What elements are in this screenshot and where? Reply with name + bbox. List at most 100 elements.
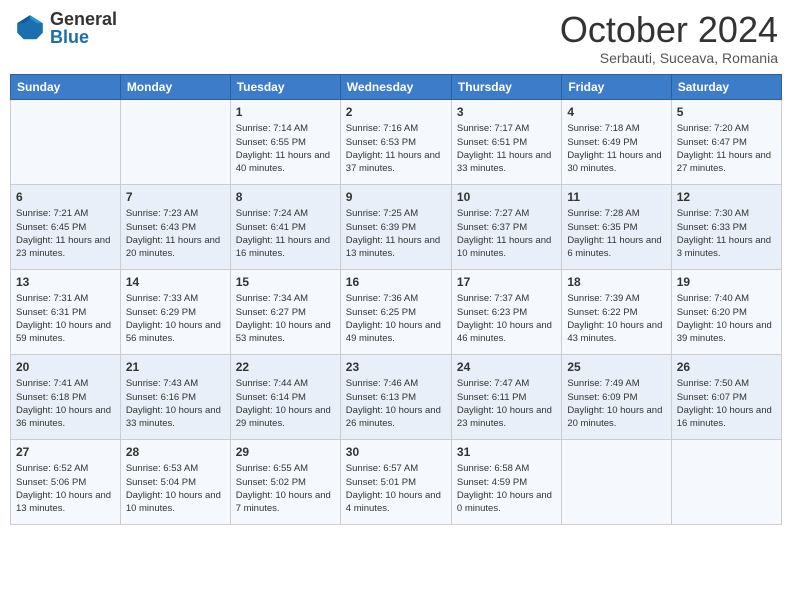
calendar-table: SundayMondayTuesdayWednesdayThursdayFrid… bbox=[10, 74, 782, 525]
day-info: Sunrise: 7:30 AM bbox=[677, 207, 776, 220]
day-number: 22 bbox=[236, 359, 335, 376]
logo-general: General bbox=[50, 10, 117, 28]
day-number: 8 bbox=[236, 189, 335, 206]
day-info: Daylight: 10 hours and 56 minutes. bbox=[126, 319, 225, 346]
weekday-header: Tuesday bbox=[230, 74, 340, 99]
day-info: Sunset: 6:31 PM bbox=[16, 306, 115, 319]
calendar-cell bbox=[11, 99, 121, 184]
calendar-cell: 3Sunrise: 7:17 AMSunset: 6:51 PMDaylight… bbox=[451, 99, 561, 184]
calendar-cell: 31Sunrise: 6:58 AMSunset: 4:59 PMDayligh… bbox=[451, 439, 561, 524]
logo-blue: Blue bbox=[50, 28, 117, 46]
calendar-cell: 11Sunrise: 7:28 AMSunset: 6:35 PMDayligh… bbox=[562, 184, 671, 269]
day-number: 25 bbox=[567, 359, 665, 376]
day-number: 31 bbox=[457, 444, 556, 461]
day-info: Sunset: 6:47 PM bbox=[677, 136, 776, 149]
day-info: Daylight: 10 hours and 33 minutes. bbox=[126, 404, 225, 431]
day-number: 20 bbox=[16, 359, 115, 376]
day-info: Sunset: 6:13 PM bbox=[346, 391, 446, 404]
day-info: Sunrise: 7:39 AM bbox=[567, 292, 665, 305]
day-number: 7 bbox=[126, 189, 225, 206]
calendar-cell: 15Sunrise: 7:34 AMSunset: 6:27 PMDayligh… bbox=[230, 269, 340, 354]
calendar-cell: 2Sunrise: 7:16 AMSunset: 6:53 PMDaylight… bbox=[340, 99, 451, 184]
calendar-cell: 22Sunrise: 7:44 AMSunset: 6:14 PMDayligh… bbox=[230, 354, 340, 439]
calendar-cell: 12Sunrise: 7:30 AMSunset: 6:33 PMDayligh… bbox=[671, 184, 781, 269]
calendar-cell: 17Sunrise: 7:37 AMSunset: 6:23 PMDayligh… bbox=[451, 269, 561, 354]
day-info: Sunset: 6:20 PM bbox=[677, 306, 776, 319]
calendar-cell: 8Sunrise: 7:24 AMSunset: 6:41 PMDaylight… bbox=[230, 184, 340, 269]
day-info: Sunset: 5:02 PM bbox=[236, 476, 335, 489]
day-info: Sunset: 4:59 PM bbox=[457, 476, 556, 489]
day-info: Sunrise: 7:43 AM bbox=[126, 377, 225, 390]
calendar-cell: 6Sunrise: 7:21 AMSunset: 6:45 PMDaylight… bbox=[11, 184, 121, 269]
day-info: Sunrise: 6:58 AM bbox=[457, 462, 556, 475]
day-info: Daylight: 10 hours and 13 minutes. bbox=[16, 489, 115, 516]
calendar-cell: 25Sunrise: 7:49 AMSunset: 6:09 PMDayligh… bbox=[562, 354, 671, 439]
day-info: Sunrise: 7:31 AM bbox=[16, 292, 115, 305]
day-info: Sunrise: 7:46 AM bbox=[346, 377, 446, 390]
day-number: 30 bbox=[346, 444, 446, 461]
day-info: Sunset: 6:22 PM bbox=[567, 306, 665, 319]
day-info: Sunset: 6:35 PM bbox=[567, 221, 665, 234]
day-info: Daylight: 10 hours and 36 minutes. bbox=[16, 404, 115, 431]
day-info: Daylight: 10 hours and 20 minutes. bbox=[567, 404, 665, 431]
title-block: October 2024 Serbauti, Suceava, Romania bbox=[560, 10, 778, 66]
calendar-cell: 13Sunrise: 7:31 AMSunset: 6:31 PMDayligh… bbox=[11, 269, 121, 354]
day-number: 29 bbox=[236, 444, 335, 461]
weekday-header: Sunday bbox=[11, 74, 121, 99]
day-info: Daylight: 11 hours and 33 minutes. bbox=[457, 149, 556, 176]
calendar-week-row: 27Sunrise: 6:52 AMSunset: 5:06 PMDayligh… bbox=[11, 439, 782, 524]
day-info: Daylight: 11 hours and 27 minutes. bbox=[677, 149, 776, 176]
calendar-cell: 19Sunrise: 7:40 AMSunset: 6:20 PMDayligh… bbox=[671, 269, 781, 354]
day-number: 19 bbox=[677, 274, 776, 291]
calendar-cell: 18Sunrise: 7:39 AMSunset: 6:22 PMDayligh… bbox=[562, 269, 671, 354]
day-number: 15 bbox=[236, 274, 335, 291]
day-info: Sunrise: 7:34 AM bbox=[236, 292, 335, 305]
day-info: Daylight: 10 hours and 53 minutes. bbox=[236, 319, 335, 346]
day-info: Daylight: 10 hours and 0 minutes. bbox=[457, 489, 556, 516]
calendar-cell: 4Sunrise: 7:18 AMSunset: 6:49 PMDaylight… bbox=[562, 99, 671, 184]
page-header: General Blue October 2024 Serbauti, Suce… bbox=[10, 10, 782, 66]
day-info: Daylight: 11 hours and 3 minutes. bbox=[677, 234, 776, 261]
day-info: Sunset: 6:14 PM bbox=[236, 391, 335, 404]
calendar-cell: 1Sunrise: 7:14 AMSunset: 6:55 PMDaylight… bbox=[230, 99, 340, 184]
weekday-header: Thursday bbox=[451, 74, 561, 99]
day-info: Daylight: 10 hours and 23 minutes. bbox=[457, 404, 556, 431]
day-info: Sunset: 6:23 PM bbox=[457, 306, 556, 319]
day-number: 18 bbox=[567, 274, 665, 291]
day-info: Daylight: 11 hours and 40 minutes. bbox=[236, 149, 335, 176]
day-number: 26 bbox=[677, 359, 776, 376]
day-info: Sunrise: 7:16 AM bbox=[346, 122, 446, 135]
day-info: Sunrise: 7:36 AM bbox=[346, 292, 446, 305]
day-info: Sunrise: 6:57 AM bbox=[346, 462, 446, 475]
day-number: 6 bbox=[16, 189, 115, 206]
weekday-header: Monday bbox=[120, 74, 230, 99]
day-info: Sunset: 6:53 PM bbox=[346, 136, 446, 149]
calendar-cell bbox=[562, 439, 671, 524]
day-info: Sunset: 6:37 PM bbox=[457, 221, 556, 234]
calendar-cell: 28Sunrise: 6:53 AMSunset: 5:04 PMDayligh… bbox=[120, 439, 230, 524]
day-info: Sunset: 6:18 PM bbox=[16, 391, 115, 404]
day-number: 28 bbox=[126, 444, 225, 461]
day-number: 23 bbox=[346, 359, 446, 376]
weekday-header: Saturday bbox=[671, 74, 781, 99]
calendar-cell: 9Sunrise: 7:25 AMSunset: 6:39 PMDaylight… bbox=[340, 184, 451, 269]
day-info: Sunrise: 7:37 AM bbox=[457, 292, 556, 305]
day-info: Daylight: 11 hours and 37 minutes. bbox=[346, 149, 446, 176]
calendar-week-row: 20Sunrise: 7:41 AMSunset: 6:18 PMDayligh… bbox=[11, 354, 782, 439]
day-info: Sunrise: 7:18 AM bbox=[567, 122, 665, 135]
day-info: Sunset: 6:39 PM bbox=[346, 221, 446, 234]
day-info: Sunrise: 7:25 AM bbox=[346, 207, 446, 220]
day-info: Daylight: 10 hours and 39 minutes. bbox=[677, 319, 776, 346]
day-info: Sunset: 6:11 PM bbox=[457, 391, 556, 404]
day-info: Sunset: 5:01 PM bbox=[346, 476, 446, 489]
day-info: Daylight: 10 hours and 59 minutes. bbox=[16, 319, 115, 346]
day-info: Sunrise: 7:28 AM bbox=[567, 207, 665, 220]
day-number: 27 bbox=[16, 444, 115, 461]
day-info: Sunrise: 7:49 AM bbox=[567, 377, 665, 390]
day-info: Daylight: 10 hours and 43 minutes. bbox=[567, 319, 665, 346]
weekday-header-row: SundayMondayTuesdayWednesdayThursdayFrid… bbox=[11, 74, 782, 99]
day-number: 9 bbox=[346, 189, 446, 206]
day-info: Sunrise: 7:33 AM bbox=[126, 292, 225, 305]
day-info: Sunset: 6:29 PM bbox=[126, 306, 225, 319]
day-number: 5 bbox=[677, 104, 776, 121]
